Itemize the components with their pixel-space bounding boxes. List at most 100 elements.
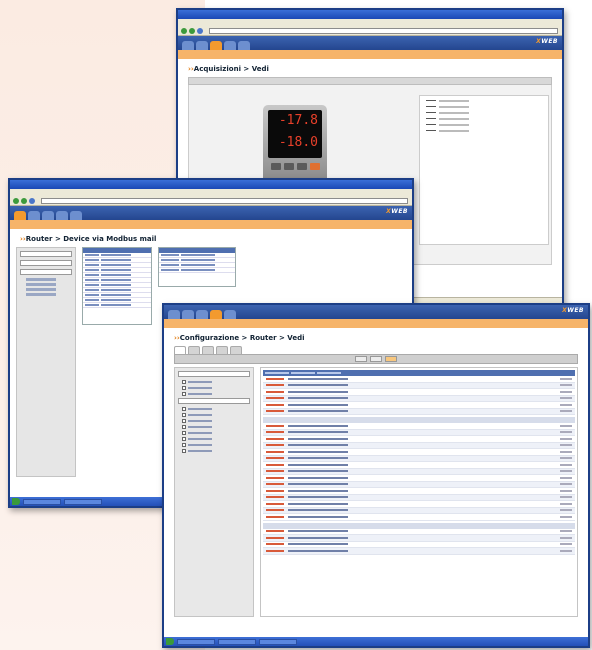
refresh-icon[interactable]: [197, 27, 203, 34]
app-tab[interactable]: [224, 310, 236, 319]
address-bar[interactable]: [41, 197, 408, 204]
forward-icon[interactable]: [189, 27, 195, 34]
table-row[interactable]: [159, 268, 235, 273]
address-bar[interactable]: [209, 27, 558, 34]
device-key[interactable]: [270, 163, 281, 170]
sub-tab-active[interactable]: [385, 356, 397, 362]
front-browser-window[interactable]: XWEB Configurazione > Router > Vedi: [162, 303, 590, 648]
config-tab-active[interactable]: [174, 346, 186, 354]
controller-device: -17.8 -18.0: [263, 105, 327, 183]
legend-item: [426, 105, 542, 108]
window-titlebar: [178, 10, 562, 19]
back-icon[interactable]: [13, 197, 19, 204]
brand-logo: XWEB: [562, 307, 584, 314]
taskbar-item[interactable]: [64, 498, 102, 505]
page-title: Configurazione > Router > Vedi: [164, 328, 588, 346]
window-titlebar: [10, 180, 412, 189]
taskbar-item[interactable]: [259, 638, 297, 645]
config-tab[interactable]: [188, 346, 200, 354]
device-readout-top: -17.8: [278, 113, 318, 128]
app-tab-active[interactable]: [210, 310, 222, 319]
filter-field[interactable]: [20, 260, 72, 266]
legend-item: [426, 99, 542, 102]
checkbox-row[interactable]: [182, 380, 250, 384]
checkbox-row[interactable]: [182, 425, 250, 429]
page-title: Router > Device via Modbus mail: [10, 229, 412, 247]
filter-field[interactable]: [20, 251, 72, 257]
forward-icon[interactable]: [21, 197, 27, 204]
filter-sidebar: [174, 367, 254, 617]
menu-bar: [178, 19, 562, 26]
device-keys: [268, 163, 322, 170]
config-tab[interactable]: [202, 346, 214, 354]
brand-logo: XWEB: [386, 208, 408, 215]
app-tab[interactable]: [196, 310, 208, 319]
app-tab[interactable]: [168, 310, 180, 319]
refresh-icon[interactable]: [29, 197, 35, 204]
checkbox-row[interactable]: [182, 407, 250, 411]
filter-field[interactable]: [178, 371, 250, 377]
sub-tabs: [174, 354, 578, 364]
checkbox-row[interactable]: [182, 392, 250, 396]
taskbar-item[interactable]: [218, 638, 256, 645]
filter-field[interactable]: [20, 269, 72, 275]
checkbox-row[interactable]: [182, 386, 250, 390]
app-tab-bar: XWEB: [164, 305, 588, 319]
app-tab-active[interactable]: [210, 41, 222, 50]
sub-toolbar: [164, 319, 588, 328]
app-tab[interactable]: [196, 41, 208, 50]
checkbox-row[interactable]: [182, 419, 250, 423]
config-tab[interactable]: [216, 346, 228, 354]
checkbox-row[interactable]: [182, 437, 250, 441]
taskbar-item[interactable]: [177, 638, 215, 645]
tree-item[interactable]: [26, 283, 56, 286]
app-tab[interactable]: [42, 211, 54, 220]
config-tabs: [164, 346, 588, 354]
back-icon[interactable]: [181, 27, 187, 34]
device-key[interactable]: [309, 163, 320, 170]
tree-item[interactable]: [26, 293, 56, 296]
checkbox-row[interactable]: [182, 413, 250, 417]
grid-row[interactable]: [263, 514, 575, 521]
sub-tab[interactable]: [355, 356, 367, 362]
menu-bar: [10, 189, 412, 196]
app-tab[interactable]: [224, 41, 236, 50]
app-tab-active[interactable]: [14, 211, 26, 220]
tree-item[interactable]: [26, 278, 56, 281]
sub-toolbar: [178, 50, 562, 59]
table-row[interactable]: [83, 303, 151, 308]
app-tab[interactable]: [56, 211, 68, 220]
app-tab[interactable]: [70, 211, 82, 220]
app-tab[interactable]: [182, 41, 194, 50]
config-tab[interactable]: [230, 346, 242, 354]
content-area: [174, 367, 578, 617]
sub-tab[interactable]: [370, 356, 382, 362]
start-icon[interactable]: [166, 638, 174, 645]
grid-row[interactable]: [263, 548, 575, 555]
filter-strip: [188, 77, 552, 85]
legend-item: [426, 117, 542, 120]
browser-toolbar: [10, 196, 412, 206]
grid-row[interactable]: [263, 408, 575, 415]
device-key[interactable]: [296, 163, 307, 170]
taskbar: [164, 637, 588, 646]
device-key[interactable]: [283, 163, 294, 170]
checkbox-row[interactable]: [182, 431, 250, 435]
taskbar-item[interactable]: [23, 498, 61, 505]
brand-logo: XWEB: [536, 38, 558, 45]
filter-field[interactable]: [178, 398, 250, 404]
start-icon[interactable]: [12, 498, 20, 505]
device-display: -17.8 -18.0: [268, 110, 322, 158]
page-title: Acquisizioni > Vedi: [178, 59, 562, 77]
checkbox-row[interactable]: [182, 443, 250, 447]
app-tab[interactable]: [28, 211, 40, 220]
app-tab[interactable]: [238, 41, 250, 50]
checkbox-row[interactable]: [182, 449, 250, 453]
app-tab-bar: XWEB: [178, 36, 562, 50]
app-tab-bar: XWEB: [10, 206, 412, 220]
app-tab[interactable]: [182, 310, 194, 319]
tree-item[interactable]: [26, 288, 56, 291]
filter-sidebar: [16, 247, 76, 477]
device-readout-bottom: -18.0: [278, 135, 318, 150]
legend-item: [426, 111, 542, 114]
